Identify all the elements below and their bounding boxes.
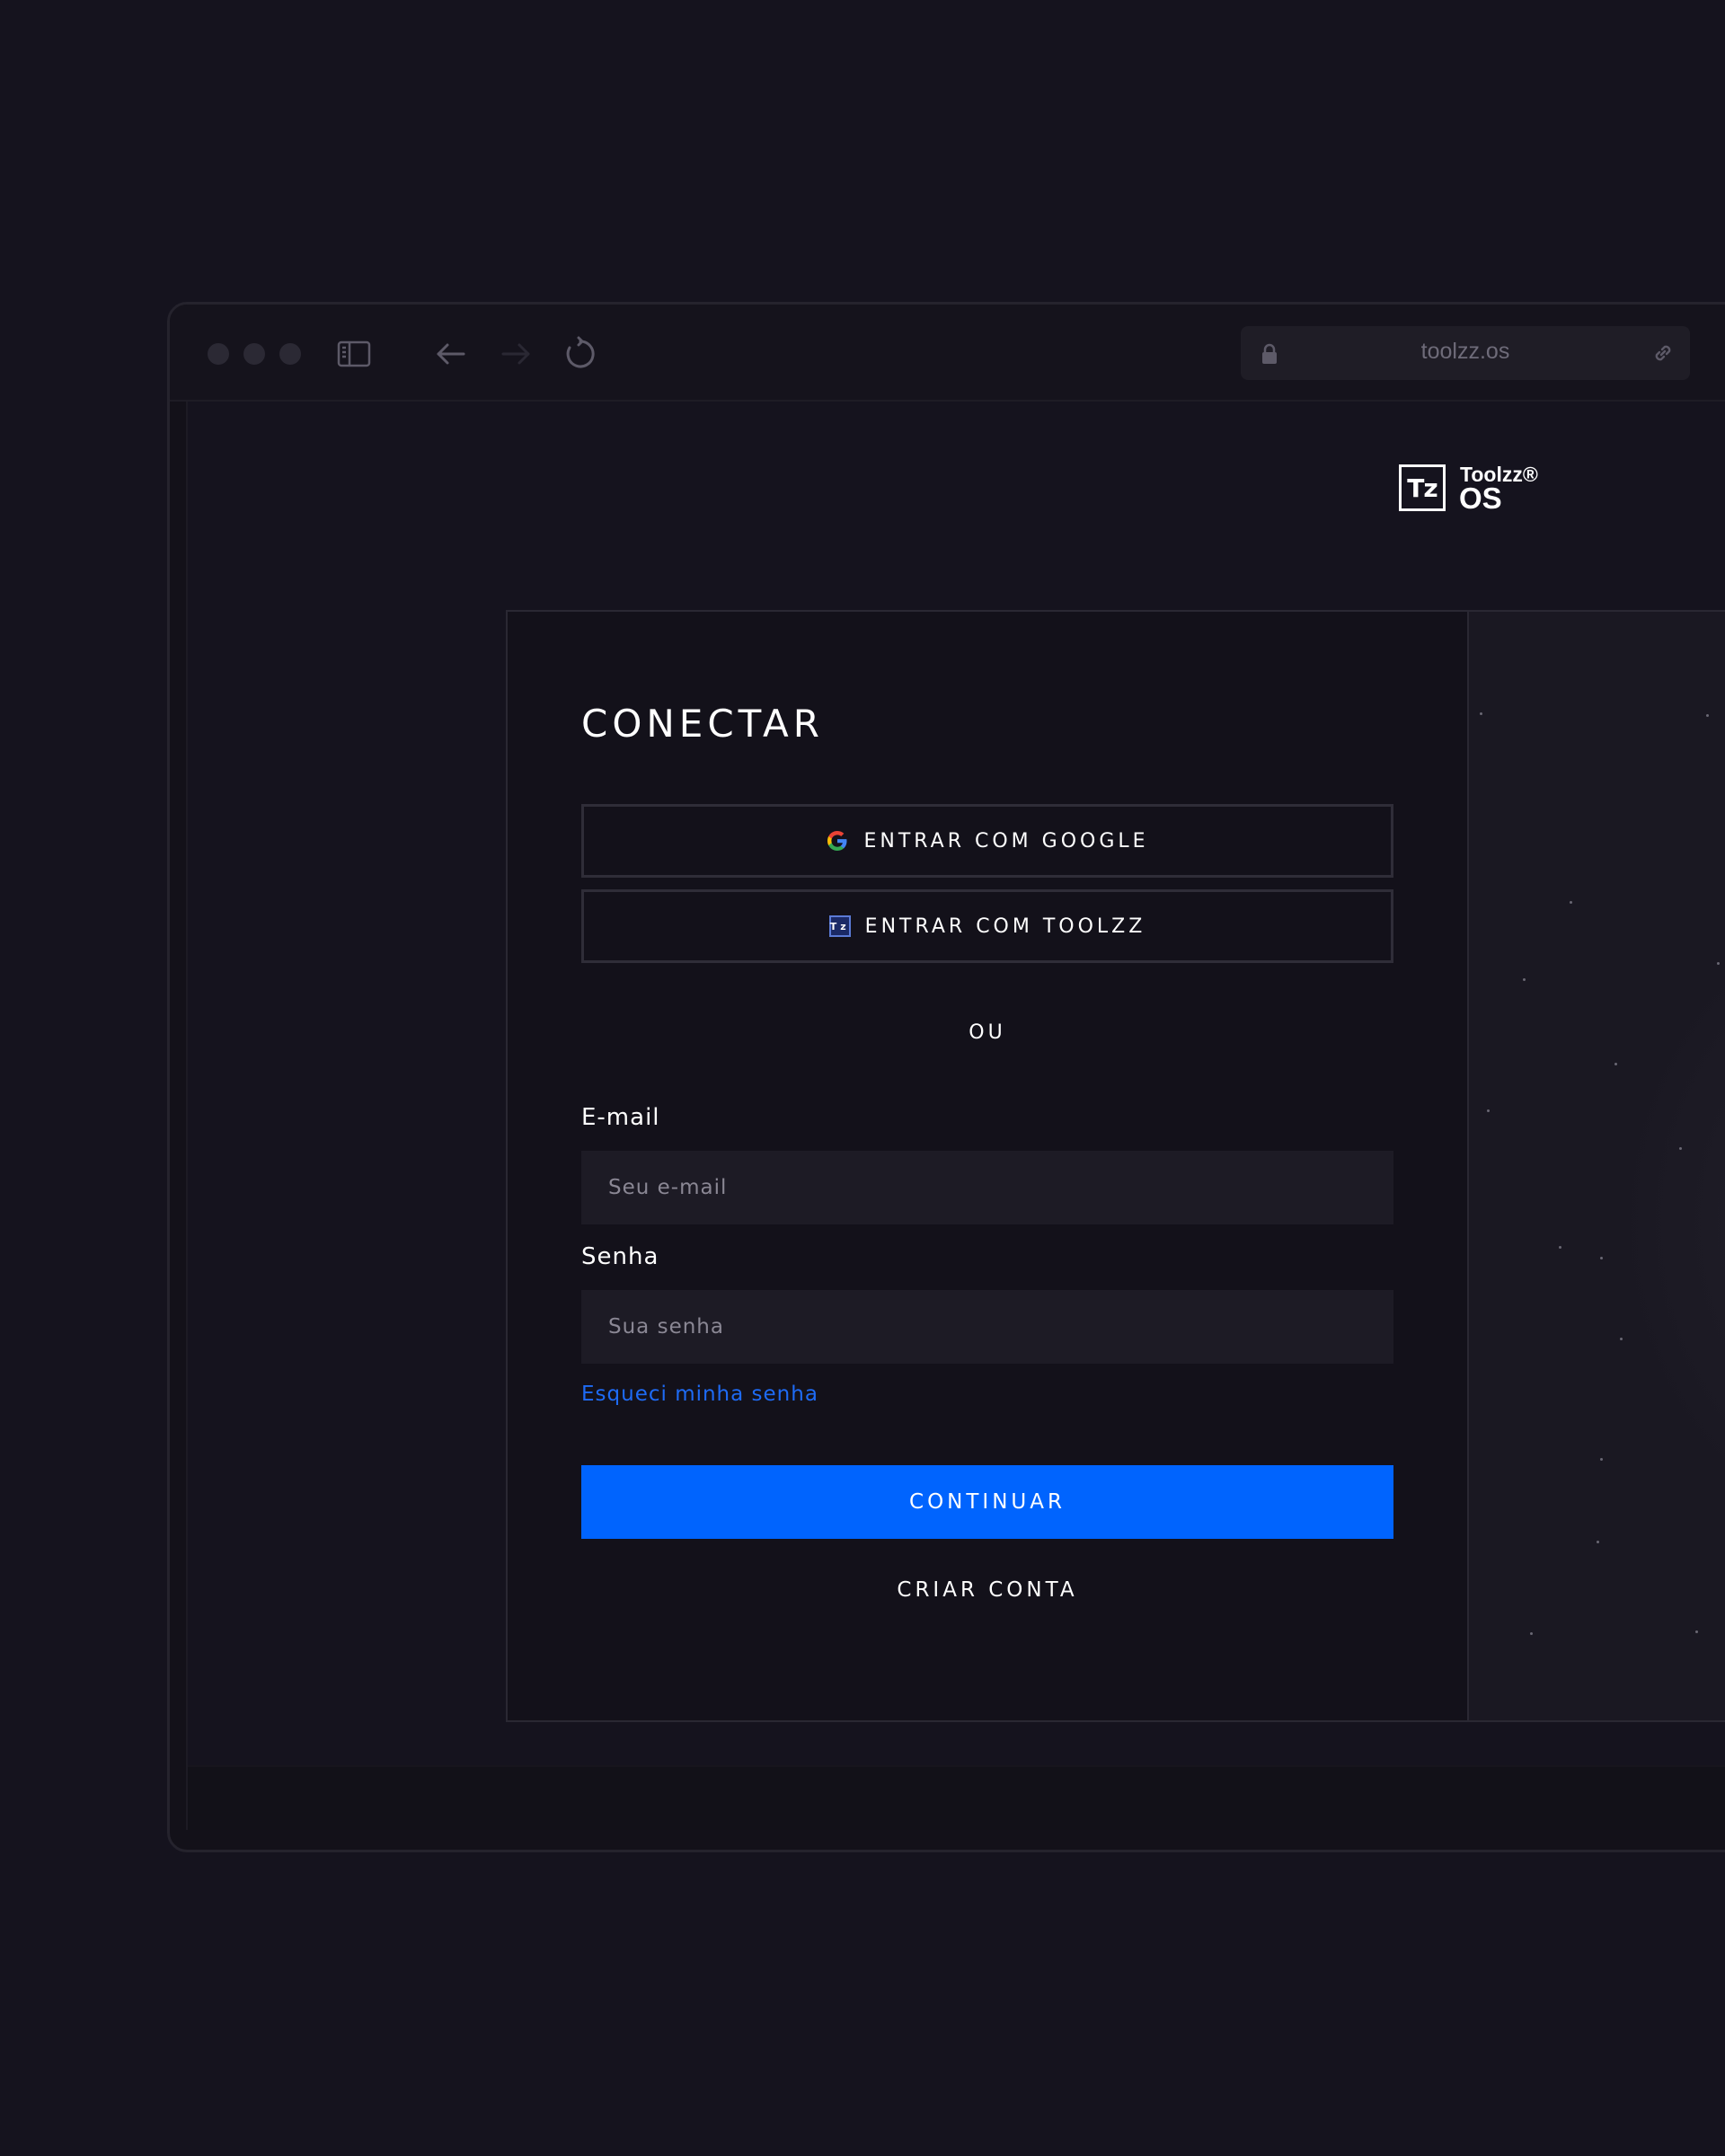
google-icon [827, 831, 847, 851]
star-dot [1706, 714, 1709, 717]
continue-button[interactable]: CONTINUAR [581, 1465, 1393, 1539]
page-content: Tz Toolzz® OS CONECTAR ENTRAR COM GOOGLE [186, 402, 1725, 1830]
star-dot [1480, 712, 1482, 715]
forgot-password-link[interactable]: Esqueci minha senha [581, 1383, 818, 1406]
or-divider: OU [969, 1021, 1006, 1044]
address-bar[interactable]: toolzz.os [1241, 326, 1690, 380]
sidebar-toggle-icon[interactable] [335, 335, 373, 373]
toolzz-login-button[interactable]: Tz ENTRAR COM TOOLZZ [581, 889, 1393, 963]
create-account-link[interactable]: CRIAR CONTA [581, 1578, 1393, 1602]
google-login-label: ENTRAR COM GOOGLE [863, 829, 1149, 853]
login-title: CONECTAR [581, 702, 824, 746]
window-close-dot[interactable] [208, 343, 229, 365]
forward-arrow-icon[interactable] [497, 335, 535, 373]
back-arrow-icon[interactable] [432, 335, 470, 373]
logo-mark: Tz [1399, 464, 1446, 511]
email-label: E-mail [581, 1104, 660, 1131]
star-dot [1530, 1632, 1533, 1635]
star-dot [1570, 901, 1572, 904]
star-dot [1679, 1147, 1682, 1150]
star-dot [1695, 1630, 1698, 1633]
toolzz-os-logo: Tz Toolzz® OS [1399, 463, 1543, 520]
decorative-glow [1631, 908, 1725, 1537]
star-dot [1600, 1257, 1603, 1259]
toolzz-icon: Tz [828, 915, 851, 937]
window-minimize-dot[interactable] [243, 343, 265, 365]
star-dot [1620, 1338, 1623, 1340]
decorative-panel [1467, 612, 1725, 1720]
login-card: CONECTAR ENTRAR COM GOOGLE Tz ENTRAR COM… [506, 610, 1725, 1722]
browser-window: toolzz.os Tz Toolzz® OS CONECTAR ENTRAR … [167, 302, 1725, 1852]
login-form: CONECTAR ENTRAR COM GOOGLE Tz ENTRAR COM… [508, 612, 1467, 1720]
email-field[interactable] [581, 1151, 1393, 1224]
reload-icon[interactable] [562, 335, 599, 373]
star-dot [1559, 1246, 1561, 1249]
password-field[interactable] [581, 1290, 1393, 1364]
star-dot [1600, 1458, 1603, 1461]
star-dot [1523, 978, 1526, 981]
star-dot [1597, 1541, 1599, 1543]
password-label: Senha [581, 1243, 659, 1270]
page-footer-band [188, 1765, 1725, 1830]
star-dot [1614, 1063, 1617, 1065]
google-login-button[interactable]: ENTRAR COM GOOGLE [581, 804, 1393, 878]
url-text: toolzz.os [1420, 339, 1510, 364]
toolzz-login-label: ENTRAR COM TOOLZZ [864, 915, 1146, 938]
logo-name-bottom: OS [1459, 482, 1502, 515]
browser-toolbar: toolzz.os [170, 305, 1725, 402]
star-dot [1487, 1109, 1490, 1112]
star-dot [1717, 962, 1720, 965]
link-icon[interactable] [1650, 340, 1676, 366]
window-maximize-dot[interactable] [279, 343, 301, 365]
